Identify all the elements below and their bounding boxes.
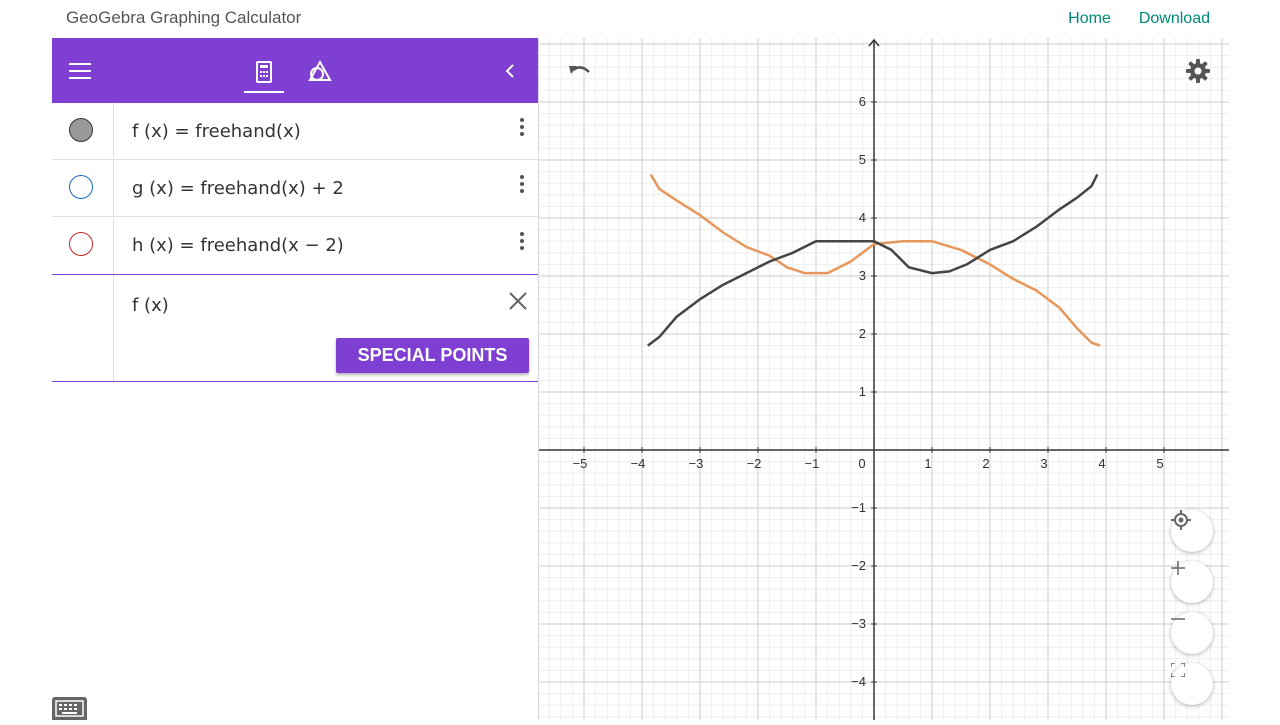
marble-cell — [52, 160, 114, 216]
expression-g[interactable]: g (x) = freehand(x) + 2 — [132, 178, 344, 199]
calculator-icon — [256, 61, 272, 83]
x-tick-label: −3 — [689, 456, 704, 471]
y-tick-label: 3 — [859, 268, 866, 283]
tab-algebra[interactable] — [244, 52, 284, 93]
y-tick-label: −2 — [851, 558, 866, 573]
clear-input-button[interactable] — [508, 291, 528, 311]
curve-f — [647, 173, 1099, 347]
zoom-out-icon — [1171, 618, 1185, 620]
y-tick-label: 2 — [859, 326, 866, 341]
special-points-button[interactable]: SPECIAL POINTS — [336, 338, 529, 373]
y-tick-label: 6 — [859, 94, 866, 109]
zoom-in-icon — [1171, 561, 1185, 575]
gear-icon — [1186, 59, 1210, 83]
algebra-toolbar — [52, 38, 538, 103]
x-tick-label: 1 — [924, 456, 931, 471]
keyboard-button[interactable] — [52, 697, 87, 720]
geometry-icon — [308, 60, 332, 81]
algebra-view: f (x) = freehand(x) g (x) = freehand(x) … — [52, 38, 538, 720]
zoom-in-button[interactable] — [1171, 561, 1213, 603]
download-link[interactable]: Download — [1139, 10, 1210, 28]
marble-cell — [52, 275, 114, 381]
undo-icon — [569, 66, 590, 74]
x-tick-label: −4 — [631, 456, 646, 471]
app-title: GeoGebra Graphing Calculator — [66, 8, 302, 27]
x-tick-label: 0 — [858, 456, 865, 471]
visibility-marble-g[interactable] — [69, 175, 93, 199]
x-tick-label: −2 — [747, 456, 762, 471]
menu-button[interactable] — [62, 56, 98, 86]
zoom-out-button[interactable] — [1171, 612, 1213, 654]
algebra-list: f (x) = freehand(x) g (x) = freehand(x) … — [52, 103, 538, 382]
algebra-input-row[interactable]: f (x) SPECIAL POINTS — [52, 274, 538, 382]
chevron-left-icon — [505, 64, 514, 78]
undo-button[interactable] — [565, 58, 595, 86]
x-tick-label: 4 — [1098, 456, 1105, 471]
y-tick-label: −1 — [851, 500, 866, 515]
x-tick-label: −5 — [573, 456, 588, 471]
top-nav: Home Download — [1068, 10, 1210, 28]
collapse-button[interactable] — [498, 56, 522, 86]
expression-f[interactable]: f (x) = freehand(x) — [132, 121, 301, 142]
active-tab-indicator — [244, 91, 284, 93]
algebra-row-h[interactable]: h (x) = freehand(x − 2) — [52, 217, 538, 274]
x-tick-label: 3 — [1040, 456, 1047, 471]
visibility-marble-f[interactable] — [69, 118, 93, 142]
home-link[interactable]: Home — [1068, 10, 1111, 28]
algebra-input[interactable]: f (x) — [132, 295, 169, 316]
graphics-view[interactable]: −5 −4 −3 −2 −1 0 1 2 3 4 5 6 5 4 3 2 1 −1 −2 −3 −4 — [538, 38, 1229, 720]
close-icon — [509, 292, 527, 310]
y-tick-label: −3 — [851, 616, 866, 631]
fullscreen-button[interactable] — [1171, 663, 1213, 705]
x-tick-label: 5 — [1156, 456, 1163, 471]
y-tick-label: 4 — [859, 210, 866, 225]
curve-orange — [649, 173, 1101, 347]
more-options-button[interactable] — [514, 229, 530, 253]
more-options-button[interactable] — [514, 172, 530, 196]
x-tick-label: 2 — [982, 456, 989, 471]
x-tick-label: −1 — [805, 456, 820, 471]
visibility-marble-h[interactable] — [69, 232, 93, 256]
locate-icon — [1171, 510, 1191, 530]
top-bar: GeoGebra Graphing Calculator Home Downlo… — [0, 0, 1280, 38]
menu-icon — [69, 63, 91, 79]
graph-canvas[interactable]: −5 −4 −3 −2 −1 0 1 2 3 4 5 6 5 4 3 2 1 −1 −2 −3 −4 — [539, 38, 1229, 720]
standard-view-button[interactable] — [1171, 510, 1213, 552]
algebra-row-f[interactable]: f (x) = freehand(x) — [52, 103, 538, 160]
y-tick-label: 5 — [859, 152, 866, 167]
tab-tools[interactable] — [302, 52, 338, 90]
more-options-button[interactable] — [514, 115, 530, 139]
algebra-row-g[interactable]: g (x) = freehand(x) + 2 — [52, 160, 538, 217]
y-tick-label: −4 — [851, 674, 866, 689]
marble-cell — [52, 217, 114, 274]
settings-button[interactable] — [1185, 58, 1213, 86]
fullscreen-icon — [1171, 663, 1185, 677]
keyboard-icon — [55, 700, 84, 717]
expression-h[interactable]: h (x) = freehand(x − 2) — [132, 235, 344, 256]
marble-cell — [52, 103, 114, 159]
y-tick-label: 1 — [859, 384, 866, 399]
